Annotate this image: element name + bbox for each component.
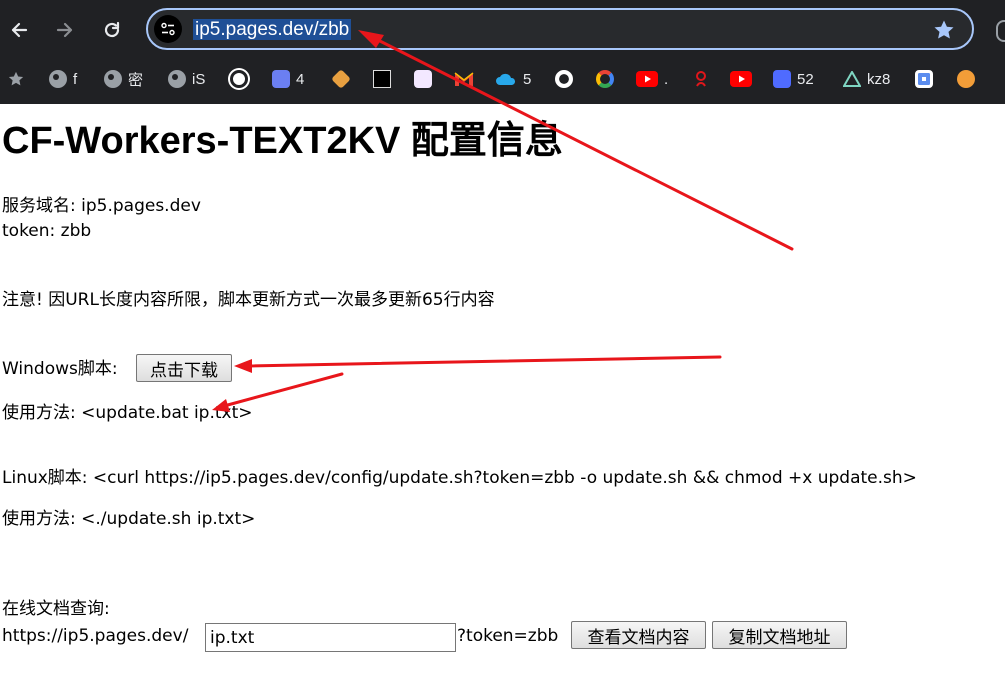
service-domain-text: 服务域名: ip5.pages.dev	[2, 196, 201, 216]
windows-download-button[interactable]: 点击下载	[136, 354, 232, 382]
extension-icon[interactable]	[996, 20, 1005, 42]
bookmark-label: iS	[192, 70, 206, 88]
notice-text: 注意! 因URL长度内容所限，脚本更新方式一次最多更新65行内容	[2, 290, 495, 310]
orange-icon	[957, 70, 975, 88]
bookmark-label: .	[664, 70, 669, 88]
token-text: token: zbb	[2, 221, 92, 241]
bookmark-item[interactable]	[915, 66, 933, 92]
bookmark-label: f	[73, 70, 78, 88]
bookmark-item[interactable]	[454, 66, 474, 92]
bookmark-item[interactable]: kz8	[843, 66, 890, 92]
windows-usage-text: 使用方法: <update.bat ip.txt>	[2, 403, 253, 423]
bookmark-label: 4	[296, 70, 305, 88]
onedrive-icon	[496, 73, 516, 85]
globe-icon	[104, 70, 122, 88]
bookmark-label: kz8	[867, 70, 891, 88]
github-icon	[555, 70, 573, 88]
bookmark-label: 52	[797, 70, 814, 88]
doc-filename-input[interactable]	[205, 623, 456, 652]
bookmark-item[interactable]: 密	[104, 66, 143, 92]
bookmark-item[interactable]	[730, 66, 752, 92]
bookmark-item[interactable]: iS	[168, 66, 205, 92]
hexagon-icon	[331, 69, 351, 89]
doc-token-suffix: ?token=zbb	[457, 626, 559, 646]
bookmark-item[interactable]	[7, 66, 25, 92]
bookmark-item[interactable]: 5	[495, 66, 531, 92]
page-content: CF-Workers-TEXT2KV 配置信息 服务域名: ip5.pages.…	[0, 104, 1005, 689]
arrow-left-icon	[11, 22, 28, 38]
bookmark-star-button[interactable]	[932, 18, 956, 42]
windows-script-label: Windows脚本:	[2, 359, 118, 379]
page-title: CF-Workers-TEXT2KV 配置信息	[2, 120, 563, 162]
star-icon	[8, 71, 24, 86]
youtube-icon	[730, 71, 752, 87]
arrow-right-icon	[56, 22, 73, 38]
globe-icon	[49, 70, 67, 88]
doc-url-prefix: https://ip5.pages.dev/	[2, 626, 189, 646]
bookmark-label: 5	[523, 70, 532, 88]
back-button[interactable]	[3, 14, 35, 46]
bookmark-label: 密	[128, 71, 144, 89]
ghost-icon	[272, 70, 290, 88]
google-icon	[596, 70, 614, 88]
emoji-icon	[414, 70, 432, 88]
address-bar[interactable]: ip5.pages.dev/zbb	[146, 8, 974, 50]
cluster-icon	[915, 70, 933, 88]
online-doc-label: 在线文档查询:	[2, 599, 110, 619]
bookmark-item[interactable]: 4	[272, 66, 304, 92]
bookmark-item[interactable]	[230, 66, 248, 92]
reload-button[interactable]	[96, 14, 128, 46]
linux-usage-text: 使用方法: <./update.sh ip.txt>	[2, 509, 256, 529]
gmail-icon	[454, 72, 474, 86]
pattern-icon	[373, 70, 391, 88]
openai-icon	[230, 70, 248, 88]
linux-script-text: Linux脚本: <curl https://ip5.pages.dev/con…	[2, 468, 917, 488]
bookmark-item[interactable]: 52	[773, 66, 814, 92]
bookmark-item[interactable]	[414, 66, 432, 92]
forward-button[interactable]	[49, 14, 81, 46]
c-icon	[773, 70, 791, 88]
bookmark-item[interactable]	[373, 66, 391, 92]
bookmark-item[interactable]	[957, 66, 975, 92]
browser-toolbar: ip5.pages.dev/zbb f 密 iS 4 5 . 52 kz8	[0, 0, 1005, 104]
copy-doc-url-button[interactable]: 复制文档地址	[712, 621, 847, 649]
bookmark-item[interactable]: f	[49, 66, 77, 92]
url-text[interactable]: ip5.pages.dev/zbb	[193, 19, 352, 40]
red-knot-icon	[696, 71, 706, 87]
tune-icon	[161, 22, 175, 36]
bookmark-item[interactable]	[331, 66, 351, 92]
star-icon	[934, 20, 954, 39]
bookmark-item[interactable]: .	[636, 66, 668, 92]
triangle-icon	[843, 71, 861, 87]
bookmark-item[interactable]	[596, 66, 614, 92]
bookmark-item[interactable]	[555, 66, 573, 92]
reload-icon	[104, 21, 120, 38]
view-doc-button[interactable]: 查看文档内容	[571, 621, 706, 649]
youtube-icon	[636, 71, 658, 87]
bookmark-item[interactable]	[692, 66, 710, 92]
bookmarks-bar: f 密 iS 4 5 . 52 kz8	[0, 60, 1005, 98]
site-info-button[interactable]	[154, 15, 182, 43]
globe-icon	[168, 70, 186, 88]
